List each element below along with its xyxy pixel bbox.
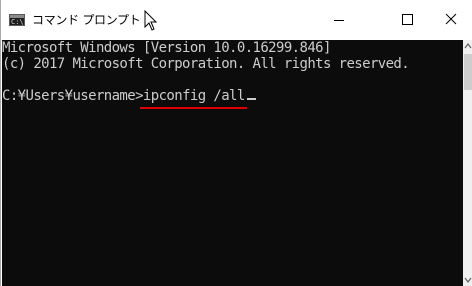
window-title: コマンド プロンプト	[32, 13, 141, 27]
scroll-up-icon[interactable]	[463, 40, 472, 52]
maximize-icon	[402, 14, 413, 25]
console-line-version: Microsoft Windows [Version 10.0.16299.84…	[2, 40, 331, 56]
cmd-icon[interactable]: C:\	[9, 14, 25, 26]
close-icon	[445, 13, 457, 25]
prompt-path: C:¥Users¥username>	[2, 88, 144, 104]
command-text: ipconfig /all	[142, 88, 245, 104]
console-line-copyright: (c) 2017 Microsoft Corporation. All righ…	[2, 56, 410, 72]
title-bar[interactable]: C:\ コマンド プロンプト	[1, 0, 472, 40]
typed-command: ipconfig /all	[139, 88, 247, 109]
scroll-down-icon[interactable]	[463, 274, 472, 286]
close-button[interactable]	[429, 0, 472, 40]
console-prompt-line: C:¥Users¥username>ipconfig /all	[2, 88, 256, 109]
red-underline	[139, 107, 247, 109]
minimize-icon	[334, 20, 344, 21]
mouse-pointer-icon	[144, 10, 158, 31]
command-prompt-window: C:\ コマンド プロンプト Microsoft Windows [Versio…	[0, 0, 472, 286]
text-cursor	[246, 98, 256, 100]
scroll-thumb[interactable]	[464, 54, 472, 90]
console-area[interactable]: Microsoft Windows [Version 10.0.16299.84…	[2, 40, 463, 286]
vertical-scrollbar[interactable]	[463, 40, 472, 286]
maximize-button[interactable]	[382, 0, 432, 40]
minimize-button[interactable]	[319, 0, 369, 40]
